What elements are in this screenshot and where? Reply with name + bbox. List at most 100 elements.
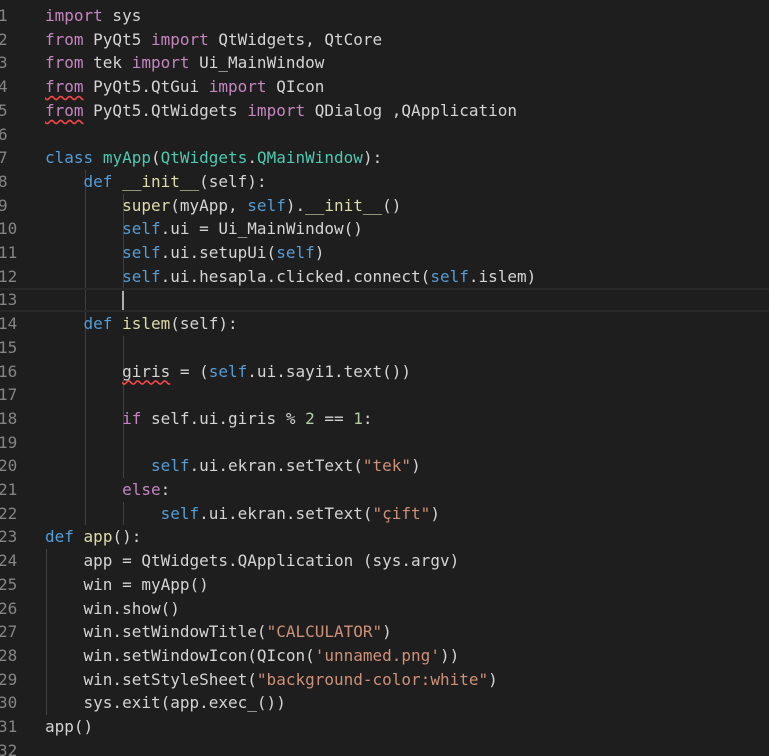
code-token: app()	[45, 717, 94, 736]
code-line[interactable]: 7 class myApp(QtWidgets.QMainWindow):	[0, 146, 769, 170]
code-line[interactable]: 28 win.setWindowIcon(QIcon('unnamed.png'…	[0, 644, 769, 668]
line-number: 7	[0, 148, 8, 168]
code-line[interactable]: 9 super(myApp, self).__init__()	[0, 194, 769, 218]
code-line[interactable]: 11 self.ui.setupUi(self)	[0, 241, 769, 265]
code-line[interactable]: 22 self.ui.ekran.setText("çift")	[0, 502, 769, 526]
code-text: from PyQt5.QtWidgets import QDialog ,QAp…	[45, 99, 517, 123]
line-number: 2	[0, 29, 8, 49]
code-token: import	[208, 77, 267, 97]
line-number: 11	[0, 243, 18, 262]
code-token: self	[150, 456, 190, 476]
line-number: 26	[0, 598, 18, 618]
code-token: sys.exit(app.exec_())	[45, 693, 286, 713]
code-text: giris = (self.ui.sayi1.text())	[45, 360, 411, 384]
code-token: .ui.sayi1.text())	[247, 361, 412, 381]
code-token: def	[83, 171, 113, 191]
code-token: import	[247, 100, 306, 120]
code-line[interactable]: 6	[0, 123, 769, 147]
line-number: 8	[0, 171, 8, 191]
code-token: ))	[439, 645, 460, 665]
code-line[interactable]: 27 win.setWindowTitle("CALCULATOR")	[0, 620, 769, 644]
code-token: import	[150, 29, 209, 49]
code-line[interactable]: 8 def __init__(self):	[0, 170, 769, 194]
code-line[interactable]: 30 sys.exit(app.exec_())	[0, 691, 769, 715]
line-number: 19	[0, 432, 18, 452]
line-number: 23	[0, 527, 18, 547]
code-line[interactable]: 2 from PyQt5 import QtWidgets, QtCore	[0, 28, 769, 52]
code-line[interactable]: 25 win = myApp()	[0, 573, 769, 597]
code-token: class	[45, 148, 94, 168]
line-number: 3	[0, 53, 8, 73]
code-line[interactable]: 17	[0, 383, 769, 407]
code-line[interactable]: 4 from PyQt5.QtGui import QIcon	[0, 75, 769, 99]
code-token: self	[208, 361, 248, 381]
code-token: PyQt5	[83, 29, 151, 49]
line-number: 10	[0, 219, 18, 239]
line-number: 13	[0, 290, 18, 310]
line-number: 20	[0, 456, 18, 476]
line-number: 29	[0, 669, 18, 689]
code-editor[interactable]: 1 import sys 2 from PyQt5 import QtWidgets,…	[0, 0, 769, 756]
code-line[interactable]: 18 if self.ui.giris % 2 == 1:	[0, 407, 769, 431]
code-line[interactable]: 10 self.ui = Ui_MainWindow()	[0, 217, 769, 241]
code-token: 'unnamed.png'	[314, 645, 440, 665]
line-number: 31	[0, 717, 18, 736]
code-token: "tek"	[362, 456, 412, 476]
code-token: 1	[353, 408, 363, 428]
code-token: )	[314, 243, 325, 262]
code-line[interactable]: 14 def islem(self):	[0, 312, 769, 336]
code-token: QMainWindow	[256, 148, 363, 168]
code-line[interactable]: 31 app()	[0, 715, 769, 739]
line-number: 30	[0, 693, 18, 713]
code-line[interactable]: 12 self.ui.hesapla.clicked.connect(self.…	[0, 265, 769, 289]
code-line[interactable]: 16 giris = (self.ui.sayi1.text())	[0, 360, 769, 384]
code-token: self	[160, 503, 200, 523]
code-line[interactable]: 24 app = QtWidgets.QApplication (sys.arg…	[0, 549, 769, 573]
code-token: PyQt5.QtGui	[83, 77, 209, 97]
code-line[interactable]: 26 win.show()	[0, 597, 769, 621]
code-token: from	[45, 53, 84, 73]
code-token: tek	[83, 53, 132, 73]
code-token: app = QtWidgets.QApplication (sys.argv)	[45, 551, 460, 571]
code-token: self.ui.giris %	[141, 408, 306, 428]
code-token: self	[122, 243, 161, 262]
code-token: (	[150, 148, 161, 168]
code-line[interactable]: 3 from tek import Ui_MainWindow	[0, 51, 769, 75]
code-line[interactable]: 23 def app():	[0, 525, 769, 549]
code-token: (myApp,	[170, 195, 248, 215]
code-token: )	[411, 456, 421, 476]
code-line[interactable]: 20 self.ui.ekran.setText("tek")	[0, 454, 769, 478]
code-token: .	[247, 148, 257, 168]
line-number: 16	[0, 361, 18, 381]
code-line[interactable]: 32	[0, 739, 769, 756]
code-text: win.setStyleSheet("background-color:whit…	[45, 668, 498, 692]
code-text: from PyQt5.QtGui import QIcon	[45, 75, 324, 99]
code-text: app()	[45, 715, 93, 739]
code-line[interactable]: 19	[0, 431, 769, 455]
code-line[interactable]: 1 import sys	[0, 4, 769, 28]
code-text: if self.ui.giris % 2 == 1:	[45, 407, 372, 431]
code-line[interactable]: 29 win.setStyleSheet("background-color:w…	[0, 668, 769, 692]
code-text: else:	[45, 478, 170, 502]
code-token: else	[122, 480, 161, 499]
code-token: .islem)	[468, 266, 537, 286]
line-number: 25	[0, 574, 18, 594]
code-token: import	[131, 53, 190, 73]
code-line[interactable]: 13	[0, 288, 769, 313]
code-token: win.setWindowIcon(QIcon(	[45, 645, 315, 665]
code-line[interactable]: 5 from PyQt5.QtWidgets import QDialog ,QA…	[0, 99, 769, 123]
code-token: def	[45, 527, 74, 547]
code-text: self.ui.ekran.setText("tek")	[45, 454, 421, 478]
code-token: win.setStyleSheet(	[45, 669, 257, 689]
code-token: self	[122, 219, 161, 239]
code-text: self.ui = Ui_MainWindow()	[45, 217, 363, 241]
code-line[interactable]: 21 else:	[0, 478, 769, 502]
code-token: myApp	[102, 148, 151, 168]
code-token: :	[160, 480, 171, 499]
code-token: "CALCULATOR"	[266, 622, 383, 642]
code-line[interactable]: 15	[0, 336, 769, 360]
